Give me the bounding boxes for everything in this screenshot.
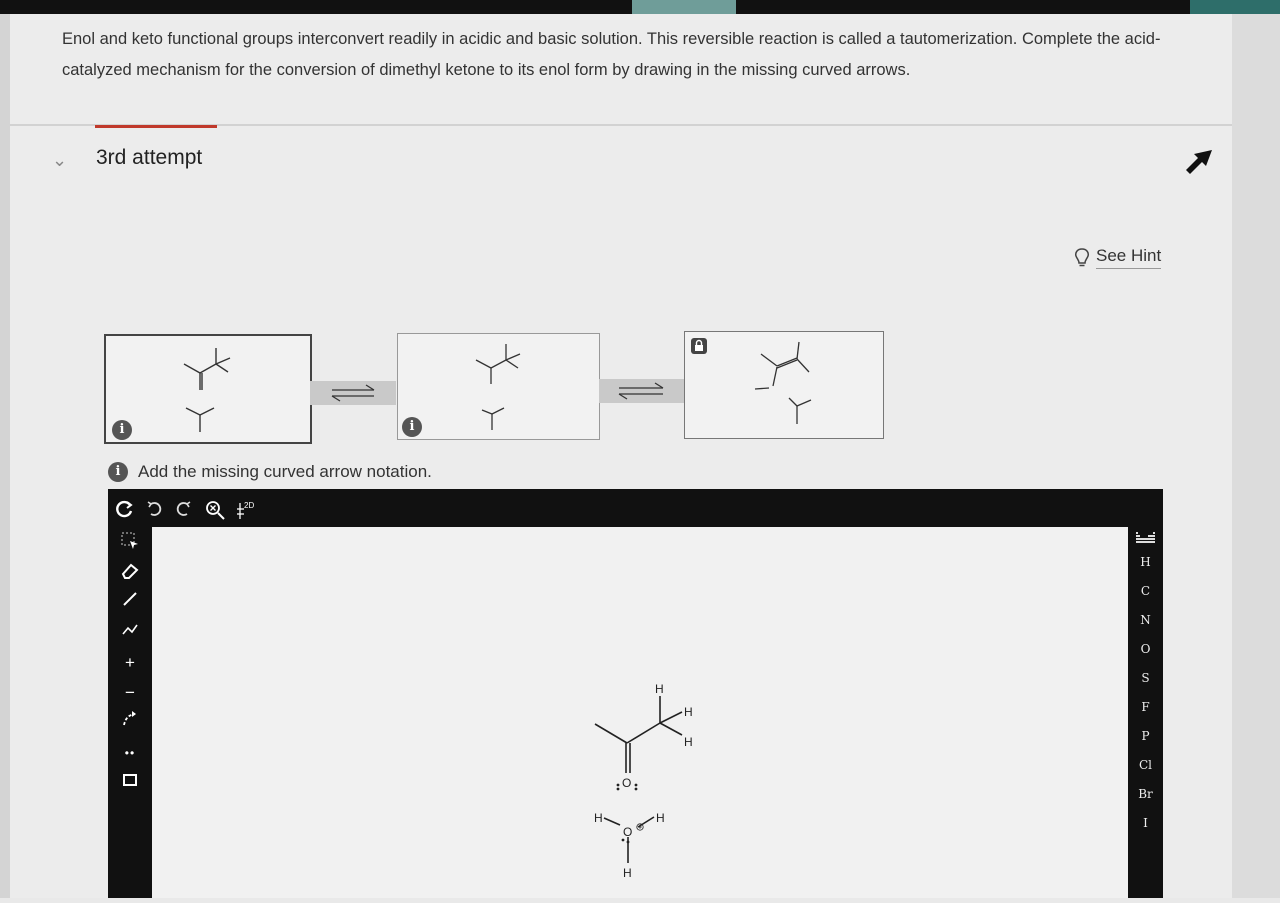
editor-top-toolbar: 2D (108, 489, 1163, 527)
instruction-text: Add the missing curved arrow notation. (138, 462, 432, 481)
atom-label-h: H (655, 682, 664, 696)
lightbulb-icon (1075, 247, 1089, 266)
equilibrium-arrow-2 (599, 379, 685, 403)
canvas-molecules: H H H O H O H H (594, 682, 693, 880)
plus-charge-icon[interactable]: + (108, 649, 152, 677)
mechanism-step-2-panel[interactable]: i (397, 333, 600, 440)
mechanism-step-3-panel (684, 331, 884, 439)
element-cl-button[interactable]: Cl (1128, 758, 1163, 772)
atom-label-h: H (623, 866, 632, 880)
question-text: Enol and keto functional groups intercon… (62, 30, 1161, 79)
drawing-canvas[interactable]: H H H O H O H H (152, 527, 1128, 898)
attempt-tab-indicator (95, 125, 217, 128)
element-i-button[interactable]: I (1128, 816, 1163, 830)
minus-charge-icon[interactable]: − (108, 679, 152, 707)
redo-icon[interactable] (174, 499, 192, 520)
pin-icon[interactable] (1182, 146, 1218, 174)
top-bar-tab (632, 0, 736, 14)
chain-icon[interactable] (108, 619, 152, 647)
periodic-table-icon[interactable] (1136, 531, 1156, 549)
equilibrium-arrow-1 (310, 381, 396, 405)
step-2-structure (475, 344, 521, 430)
left-margin (0, 14, 10, 898)
element-br-button[interactable]: Br (1128, 787, 1163, 801)
mechanism-step-1-panel[interactable]: i (104, 334, 312, 444)
element-o-button[interactable]: O (1128, 642, 1163, 656)
step-1-structure (183, 348, 231, 432)
element-f-button[interactable]: F (1128, 700, 1163, 714)
right-margin (1232, 14, 1280, 898)
atom-label-h: H (684, 735, 693, 749)
structure-editor: 2D + − •• H H H O H O H H H C N O S F P … (108, 489, 1163, 898)
atom-label-o: O (623, 825, 632, 839)
element-s-button[interactable]: S (1128, 671, 1163, 685)
chevron-down-icon[interactable]: ⌄ (52, 150, 67, 171)
element-c-button[interactable]: C (1128, 584, 1163, 598)
equilibrium-arrows-icon (618, 382, 664, 400)
see-hint-button[interactable]: See Hint (1074, 246, 1162, 269)
eraser-icon[interactable] (108, 561, 152, 589)
top-bar-tab-right (1190, 0, 1280, 14)
clean-2d-label: 2D (244, 501, 254, 510)
zoom-icon[interactable] (204, 499, 226, 524)
see-hint-label: See Hint (1096, 246, 1162, 269)
equilibrium-arrows-icon (331, 384, 375, 402)
attempt-title[interactable]: 3rd attempt (96, 146, 202, 170)
atom-label-o: O (622, 776, 631, 790)
step-2-info-icon[interactable]: i (402, 417, 422, 437)
top-window-bar (0, 0, 1280, 14)
clear-icon[interactable] (114, 499, 134, 522)
curved-arrow-icon[interactable] (108, 709, 152, 737)
step-1-info-icon[interactable]: i (112, 420, 132, 440)
atom-label-h: H (594, 811, 603, 825)
step-3-structure (754, 341, 812, 424)
2d-clean-icon[interactable]: 2D (236, 499, 258, 523)
lock-icon (691, 338, 707, 354)
lone-pair-icon[interactable]: •• (108, 739, 152, 767)
element-palette: H C N O S F P Cl Br I (1128, 527, 1163, 879)
instruction-row: i Add the missing curved arrow notation. (108, 462, 432, 482)
info-icon: i (108, 462, 128, 482)
element-p-button[interactable]: P (1128, 729, 1163, 743)
element-h-button[interactable]: H (1128, 555, 1163, 569)
atom-label-h: H (656, 811, 665, 825)
select-icon[interactable] (108, 531, 152, 559)
bond-icon[interactable] (108, 589, 152, 617)
element-n-button[interactable]: N (1128, 613, 1163, 627)
editor-left-toolbar: + − •• (108, 527, 152, 898)
box-icon[interactable] (108, 769, 152, 797)
atom-label-h: H (684, 705, 693, 719)
undo-icon[interactable] (146, 499, 164, 520)
